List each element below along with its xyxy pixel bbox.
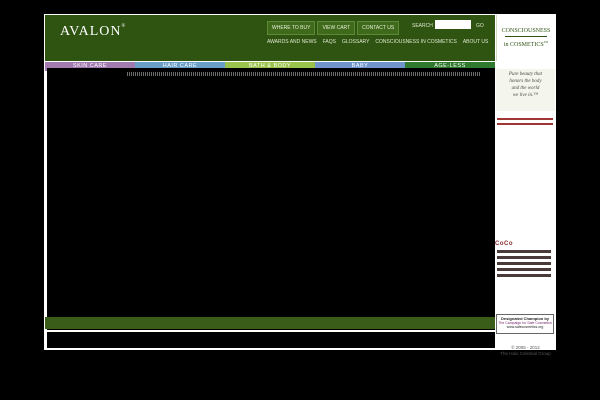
- search-input[interactable]: [435, 20, 471, 29]
- nav-faqs[interactable]: FAQS: [323, 39, 336, 45]
- promo-text-line: [497, 250, 551, 253]
- promo-title: CoCo: [495, 241, 513, 247]
- safe-cosmetics-champion-badge[interactable]: Designated Champion by The Campaign for …: [496, 314, 554, 334]
- logo-text: AVALON: [60, 24, 122, 39]
- promo-text-line: [497, 262, 551, 265]
- tagline-line: Pure beauty that: [508, 72, 543, 77]
- promo-text-line: [497, 274, 551, 277]
- consciousness-in-cosmetics-logo[interactable]: CONSCIOUSNESS in COSMETICSTM: [496, 15, 555, 61]
- site-header: AVALON® WHERE TO BUY VIEW CART CONTACT U…: [45, 15, 495, 61]
- cic-line1: CONSCIOUSNESS: [501, 28, 551, 34]
- tagline-line: and the world: [511, 86, 540, 91]
- page-frame: AVALON® WHERE TO BUY VIEW CART CONTACT U…: [44, 14, 556, 356]
- main-content: [47, 68, 495, 330]
- cic-rule: [505, 36, 547, 37]
- bottom-area: [47, 332, 495, 348]
- copyright: © 2005 - 2012 The Hain Celestial Group: [496, 345, 555, 357]
- contact-us-button[interactable]: CONTACT US: [357, 21, 400, 35]
- nav-glossary[interactable]: GLOSSARY: [342, 39, 369, 45]
- cic-line2: in COSMETICS: [503, 42, 544, 48]
- search-label: SEARCH: [412, 23, 433, 29]
- nav-about-us[interactable]: ABOUT US: [463, 39, 488, 45]
- copyright-company: The Hain Celestial Group: [500, 351, 551, 356]
- avalon-logo[interactable]: AVALON®: [60, 24, 126, 40]
- cic-mark: TM: [543, 40, 549, 44]
- sidebar-divider: [497, 123, 553, 125]
- promo-text-line: [497, 268, 551, 271]
- top-nav: WHERE TO BUY VIEW CART CONTACT US: [267, 21, 400, 35]
- footer-bar: [45, 317, 495, 329]
- champion-url: www.safecosmetics.org: [506, 325, 544, 329]
- view-cart-button[interactable]: VIEW CART: [317, 21, 356, 35]
- nav-consciousness-in-cosmetics[interactable]: CONSCIOUSNESS IN COSMETICS: [375, 39, 456, 45]
- promo-text-line: [497, 256, 551, 259]
- logo-mark: ®: [121, 24, 127, 29]
- tagline: Pure beauty that honors the body and the…: [496, 69, 555, 111]
- sidebar-divider: [497, 118, 553, 120]
- sidebar-promo[interactable]: CoCo: [495, 241, 553, 301]
- go-button[interactable]: GO: [476, 23, 484, 29]
- dotted-divider: [127, 72, 481, 76]
- tagline-line: honors the body: [509, 79, 542, 84]
- where-to-buy-button[interactable]: WHERE TO BUY: [267, 21, 316, 35]
- tagline-line: we live in.™: [512, 93, 539, 98]
- nav-awards-and-news[interactable]: AWARDS AND NEWS: [267, 39, 317, 45]
- secondary-nav: AWARDS AND NEWS FAQS GLOSSARY CONSCIOUSN…: [267, 39, 488, 45]
